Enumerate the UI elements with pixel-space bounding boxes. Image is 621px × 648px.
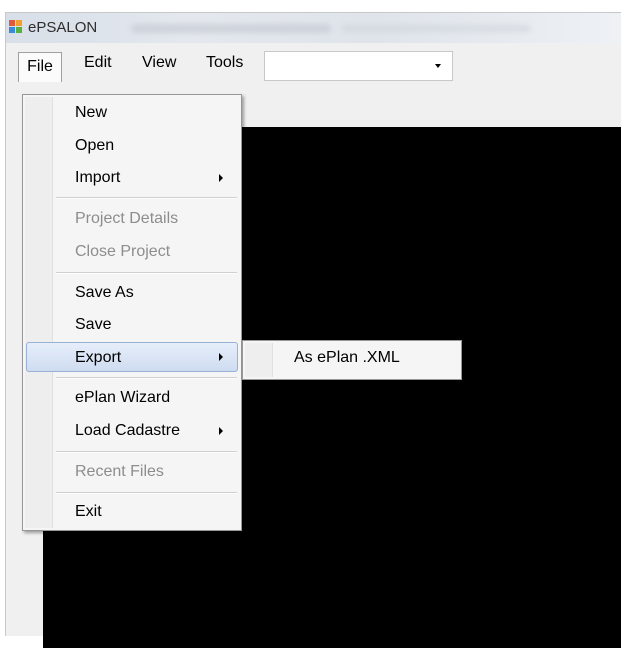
menu-item-label: Load Cadastre [75,422,180,439]
menu-item-label: Project Details [75,210,179,227]
menu-item-label: Import [75,169,121,186]
menu-separator [56,197,237,199]
menu-item-label: Save As [75,284,134,301]
menu-item-label: Save [75,316,112,333]
menu-item-as-eplan-xml[interactable]: As ePlan .XML [294,349,400,367]
menu-item-project-details: Project Details [26,204,238,234]
menu-edit[interactable]: Edit [84,50,112,76]
menu-separator [56,492,237,494]
menu-item-label: New [75,104,108,121]
title-bar: ePSALON [6,13,621,43]
menu-item-import[interactable]: Import [26,163,238,193]
menu-item-save-as[interactable]: Save As [26,278,238,308]
menu-item-export[interactable]: Export [26,342,238,372]
menu-tools[interactable]: Tools [206,50,243,76]
menu-item-label: ePlan Wizard [75,389,171,406]
menu-separator [56,272,237,274]
menu-item-label: Open [75,137,115,154]
toolbar-combobox[interactable] [264,51,453,81]
submenu-arrow-icon [219,353,223,361]
submenu-arrow-icon [219,174,223,182]
title-blur [131,24,331,33]
app-window: ePSALON File Edit View Tools New Open Im… [5,12,621,648]
menu-item-label: Recent Files [75,463,164,480]
menu-item-label: Exit [75,503,102,520]
menu-item-recent-files: Recent Files [26,457,238,487]
menu-item-label: Close Project [75,243,171,260]
menu-gutter [245,343,273,377]
menu-item-exit[interactable]: Exit [26,497,238,527]
menu-file[interactable]: File [18,52,62,82]
export-submenu: As ePlan .XML [242,340,462,380]
window-title: ePSALON [28,19,98,36]
title-blur-2 [341,25,531,32]
menu-item-save[interactable]: Save [26,310,238,340]
menu-separator [56,451,237,453]
menu-item-new[interactable]: New [26,98,238,128]
menu-item-label: Export [75,349,122,366]
dropdown-arrow-icon[interactable] [435,64,441,68]
file-menu-dropdown: New Open Import Project Details Close Pr… [22,94,242,531]
app-icon [9,20,23,34]
menu-item-eplan-wizard[interactable]: ePlan Wizard [26,383,238,413]
menu-separator [56,377,237,379]
menu-view[interactable]: View [142,50,176,76]
menu-item-load-cadastre[interactable]: Load Cadastre [26,416,238,446]
submenu-arrow-icon [219,427,223,435]
menu-item-close-project: Close Project [26,237,238,267]
menu-item-open[interactable]: Open [26,131,238,161]
